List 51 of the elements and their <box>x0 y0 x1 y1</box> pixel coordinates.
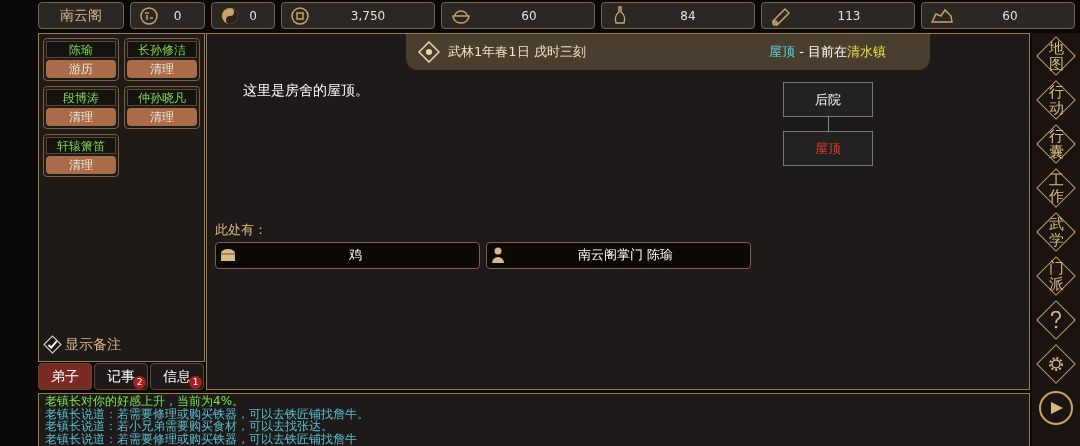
disciple-name: 仲孙晓凡 <box>126 89 197 106</box>
sect-name: 南云阁 <box>38 2 124 29</box>
resource-counter: 84 <box>601 2 755 29</box>
play-icon <box>1048 400 1064 416</box>
resource-counter: 3,750 <box>281 2 435 29</box>
resource-counter: 60 <box>921 2 1075 29</box>
disciple-card[interactable]: 陈瑜 游历 <box>43 38 119 81</box>
task-button[interactable]: 清理 <box>46 108 116 126</box>
section-label: 此处有： <box>215 221 268 239</box>
settings-icon <box>1046 354 1066 374</box>
task-button[interactable]: 清理 <box>126 108 197 126</box>
date-text: 武林1年春1日 戌时三刻 <box>448 43 586 62</box>
disciple-card[interactable]: 轩辕箫笛 清理 <box>43 134 119 177</box>
entity-button[interactable]: 南云阁掌门 陈瑜 <box>486 241 751 269</box>
task-button[interactable]: 清理 <box>46 156 116 174</box>
log-message: 老镇长说道：若小兄弟需要购买食材，可以去找张达。 <box>45 420 333 433</box>
task-button[interactable]: 清理 <box>126 60 197 78</box>
play-button[interactable] <box>1039 391 1073 425</box>
tab[interactable]: 弟子 <box>38 363 92 390</box>
person-icon <box>491 247 505 263</box>
resource-counter: 0 <box>130 2 205 29</box>
count-badge: 2 <box>133 376 146 389</box>
count-badge: 1 <box>189 376 202 389</box>
log-icon <box>770 5 792 26</box>
question-mark-icon <box>1050 311 1062 329</box>
compass-icon <box>418 41 440 63</box>
disciple-card[interactable]: 段博涛 清理 <box>43 86 119 129</box>
seal-icon <box>139 5 159 26</box>
checkmark-icon <box>46 338 58 351</box>
disciple-name: 段博涛 <box>46 89 116 106</box>
chest-icon <box>220 248 236 262</box>
log-message: 老镇长对你的好感上升，当前为4%。 <box>45 395 246 408</box>
location-description: 这里是房舍的屋顶。 <box>243 81 369 100</box>
yin-yang-icon <box>220 5 240 26</box>
disciple-name: 长孙修洁 <box>126 41 197 58</box>
entity-button[interactable]: 鸡 <box>215 241 480 269</box>
log-message: 老镇长说道：若需要修理或购买铁器，可以去铁匠铺找詹牛。 <box>45 407 370 421</box>
resource-counter: 113 <box>761 2 915 29</box>
disciple-card[interactable]: 仲孙晓凡 清理 <box>123 86 200 129</box>
disciple-name: 陈瑜 <box>46 41 116 58</box>
resource-counter: 0 <box>211 2 275 29</box>
checkbox-label: 显示备注 <box>65 335 121 354</box>
resource-counter: 60 <box>441 2 595 29</box>
log-message: 老镇长说道：若需要修理或购买铁器，可以去铁匠铺找詹牛 <box>45 432 358 446</box>
disciple-name: 轩辕箫笛 <box>46 137 116 154</box>
coin-icon <box>290 5 310 26</box>
location-text: 屋顶 - 目前在清水镇 <box>769 43 886 62</box>
map-node[interactable]: 后院 <box>783 82 873 117</box>
map-node[interactable]: 屋顶 <box>783 131 873 166</box>
disciple-card[interactable]: 长孙修洁 清理 <box>123 38 200 81</box>
task-button[interactable]: 游历 <box>46 60 116 78</box>
